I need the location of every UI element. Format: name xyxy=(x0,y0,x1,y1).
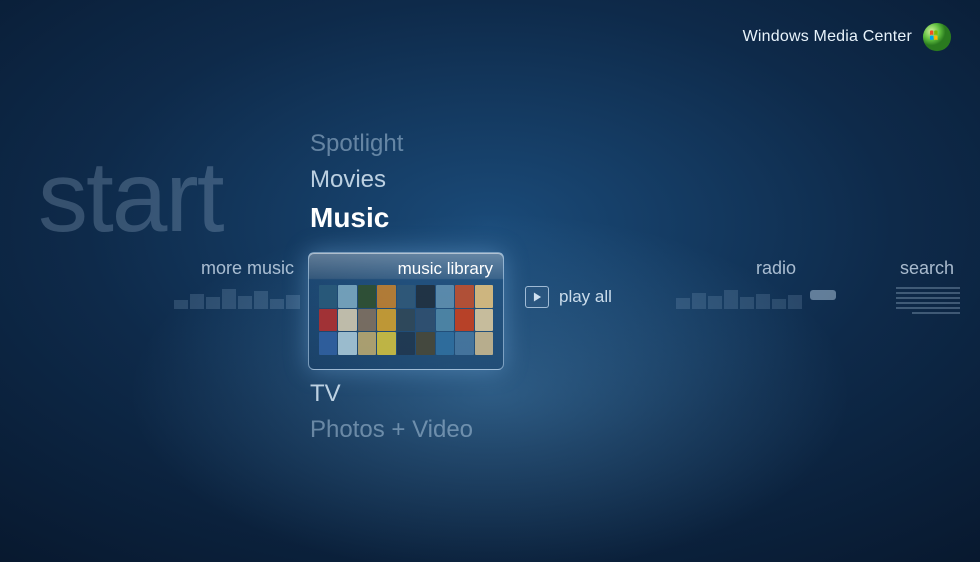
tile-music-library-label: music library xyxy=(319,259,493,279)
album-thumb xyxy=(338,309,356,332)
category-list-bottom: TV Photos + Video xyxy=(310,380,473,444)
app-title: Windows Media Center xyxy=(743,28,912,46)
album-thumb xyxy=(416,285,434,308)
album-thumb xyxy=(377,285,395,308)
album-thumb xyxy=(436,309,454,332)
music-submenu-row: more music music library play all radio … xyxy=(0,258,980,378)
radio-dial-icon xyxy=(810,290,836,300)
album-thumb xyxy=(358,285,376,308)
album-thumb xyxy=(358,332,376,355)
album-thumb xyxy=(397,309,415,332)
start-label: start xyxy=(38,140,222,255)
album-thumb xyxy=(338,332,356,355)
tile-radio[interactable]: radio xyxy=(652,258,802,309)
category-movies[interactable]: Movies xyxy=(310,166,403,194)
album-thumb xyxy=(397,285,415,308)
header: Windows Media Center xyxy=(743,22,952,52)
album-thumb xyxy=(377,309,395,332)
album-thumb xyxy=(416,332,434,355)
category-music[interactable]: Music xyxy=(310,202,403,234)
album-thumb xyxy=(338,285,356,308)
album-thumb xyxy=(319,309,337,332)
album-thumb xyxy=(475,309,493,332)
album-thumb xyxy=(455,332,473,355)
album-thumb xyxy=(397,332,415,355)
album-thumb xyxy=(475,332,493,355)
windows-logo-icon xyxy=(922,22,952,52)
category-list-top: Spotlight Movies Music xyxy=(310,130,403,234)
album-thumb xyxy=(319,285,337,308)
album-thumb xyxy=(436,285,454,308)
album-thumb xyxy=(358,309,376,332)
tile-radio-label: radio xyxy=(652,258,802,279)
album-thumb xyxy=(475,285,493,308)
tile-search-label: search xyxy=(850,258,960,279)
album-thumb xyxy=(455,309,473,332)
tile-play-all[interactable]: play all xyxy=(525,286,612,308)
album-thumb xyxy=(455,285,473,308)
tile-more-music-label: more music xyxy=(130,258,300,279)
tile-more-music[interactable]: more music xyxy=(130,258,300,309)
category-tv[interactable]: TV xyxy=(310,380,473,408)
album-thumbnail-grid xyxy=(319,285,493,355)
album-thumb xyxy=(436,332,454,355)
category-spotlight[interactable]: Spotlight xyxy=(310,130,403,158)
tile-search[interactable]: search xyxy=(850,258,960,314)
album-thumb xyxy=(416,309,434,332)
tile-play-all-label: play all xyxy=(559,287,612,307)
equalizer-icon xyxy=(130,287,300,309)
equalizer-icon xyxy=(652,287,802,309)
search-lines-icon xyxy=(850,287,960,314)
album-thumb xyxy=(377,332,395,355)
tile-music-library[interactable]: music library xyxy=(308,252,504,370)
category-photos-video[interactable]: Photos + Video xyxy=(310,416,473,444)
album-thumb xyxy=(319,332,337,355)
play-icon xyxy=(525,286,549,308)
